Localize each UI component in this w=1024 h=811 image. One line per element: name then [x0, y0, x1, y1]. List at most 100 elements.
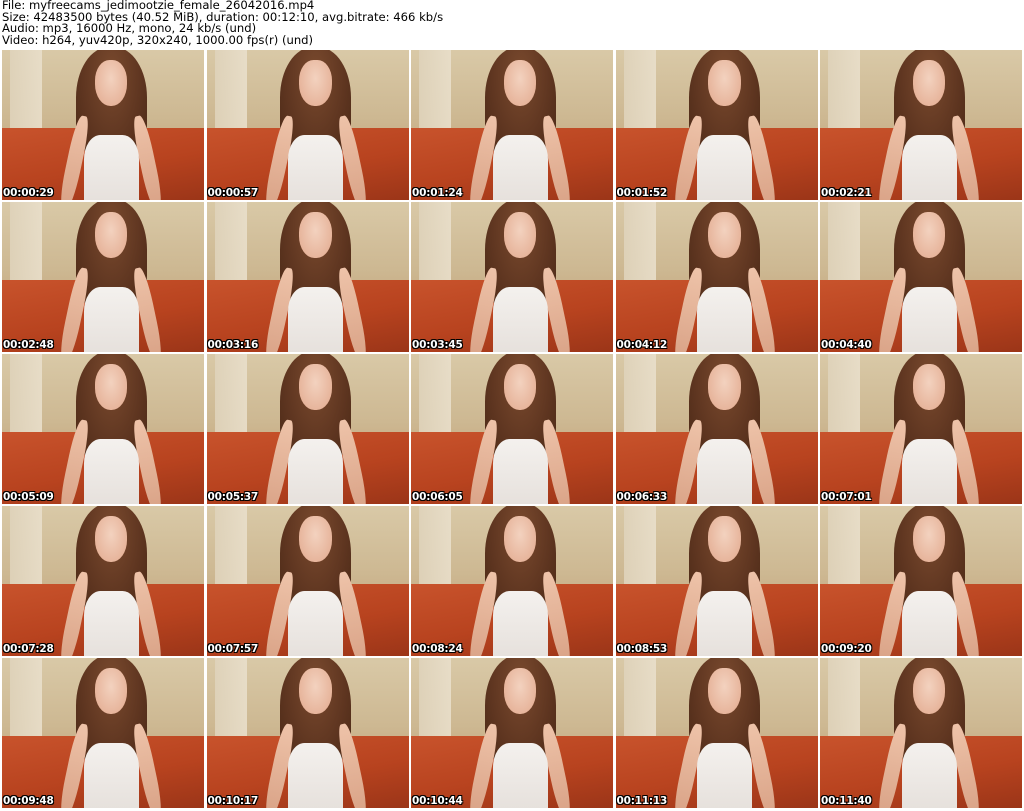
dress-shape: [83, 286, 139, 352]
person-figure: [466, 50, 574, 200]
frame-timestamp: 00:02:48: [3, 339, 54, 351]
person-figure: [57, 202, 165, 352]
video-frame-thumbnail: 00:09:48: [2, 658, 204, 808]
video-frame-thumbnail: 00:06:05: [411, 354, 613, 504]
person-figure: [875, 50, 983, 200]
video-frame-thumbnail: 00:10:17: [206, 658, 409, 808]
dress-shape: [288, 134, 344, 200]
video-frame-thumbnail: 00:00:57: [206, 50, 409, 200]
person-figure: [262, 506, 369, 656]
person-figure: [671, 354, 778, 504]
person-figure: [671, 50, 778, 200]
dress-shape: [288, 742, 344, 808]
person-figure: [262, 202, 369, 352]
video-frame-thumbnail: 00:06:33: [615, 354, 818, 504]
person-figure: [466, 658, 574, 808]
frame-timestamp: 00:10:44: [412, 795, 463, 807]
frame-timestamp: 00:03:16: [207, 339, 259, 351]
frame-timestamp: 00:03:45: [412, 339, 463, 351]
frame-timestamp: 00:05:37: [207, 491, 259, 503]
face-shape: [299, 60, 332, 106]
video-frame-thumbnail: 00:02:48: [2, 202, 204, 352]
dress-shape: [697, 742, 753, 808]
face-shape: [299, 516, 332, 562]
frame-timestamp: 00:09:20: [821, 643, 872, 655]
frame-timestamp: 00:05:09: [3, 491, 54, 503]
frame-timestamp: 00:07:57: [207, 643, 259, 655]
person-figure: [671, 658, 778, 808]
dress-shape: [901, 286, 957, 352]
face-shape: [708, 60, 741, 106]
face-shape: [94, 516, 128, 562]
face-shape: [708, 364, 741, 410]
dress-shape: [492, 134, 548, 200]
video-frame-thumbnail: 00:11:40: [820, 658, 1022, 808]
dress-shape: [697, 286, 753, 352]
frame-timestamp: 00:07:28: [3, 643, 54, 655]
video-frame-thumbnail: 00:09:20: [820, 506, 1022, 656]
frame-timestamp: 00:02:21: [821, 187, 872, 199]
face-shape: [708, 212, 741, 258]
face-shape: [299, 212, 332, 258]
frame-timestamp: 00:08:53: [616, 643, 668, 655]
video-frame-thumbnail: 00:03:16: [206, 202, 409, 352]
frame-timestamp: 00:01:52: [616, 187, 668, 199]
video-frame-thumbnail: 00:05:37: [206, 354, 409, 504]
face-shape: [708, 516, 741, 562]
video-frame-thumbnail: 00:07:57: [206, 506, 409, 656]
person-figure: [875, 354, 983, 504]
video-frame-thumbnail: 00:04:12: [615, 202, 818, 352]
face-shape: [94, 364, 128, 410]
video-frame-thumbnail: 00:07:28: [2, 506, 204, 656]
face-shape: [912, 364, 946, 410]
frame-timestamp: 00:11:13: [616, 795, 668, 807]
face-shape: [503, 516, 537, 562]
face-shape: [94, 668, 128, 714]
person-figure: [671, 506, 778, 656]
frame-timestamp: 00:07:01: [821, 491, 872, 503]
frame-timestamp: 00:01:24: [412, 187, 463, 199]
frame-timestamp: 00:00:57: [207, 187, 259, 199]
dress-shape: [901, 742, 957, 808]
person-figure: [671, 202, 778, 352]
dress-shape: [901, 438, 957, 504]
dress-shape: [288, 590, 344, 656]
dress-shape: [288, 286, 344, 352]
file-info-header: File: myfreecams_jedimootzie_female_2604…: [2, 0, 1022, 46]
face-shape: [94, 212, 128, 258]
video-frame-thumbnail: 00:07:01: [820, 354, 1022, 504]
dress-shape: [83, 590, 139, 656]
thumbnail-grid: 00:00:29 00:00:57 00:01:24 00:01:52 00:02:21…: [2, 50, 1022, 808]
video-frame-thumbnail: 00:01:24: [411, 50, 613, 200]
face-shape: [912, 668, 946, 714]
video-frame-thumbnail: 00:00:29: [2, 50, 204, 200]
person-figure: [875, 506, 983, 656]
person-figure: [57, 506, 165, 656]
dress-shape: [492, 590, 548, 656]
video-info-line: Video: h264, yuv420p, 320x240, 1000.00 f…: [2, 32, 314, 47]
face-shape: [299, 364, 332, 410]
dress-shape: [697, 438, 753, 504]
frame-timestamp: 00:08:24: [412, 643, 463, 655]
video-frame-thumbnail: 00:02:21: [820, 50, 1022, 200]
person-figure: [875, 202, 983, 352]
face-shape: [912, 60, 946, 106]
face-shape: [912, 516, 946, 562]
dress-shape: [288, 438, 344, 504]
dress-shape: [492, 742, 548, 808]
dress-shape: [83, 742, 139, 808]
face-shape: [503, 60, 537, 106]
face-shape: [299, 668, 332, 714]
face-shape: [708, 668, 741, 714]
frame-timestamp: 00:04:40: [821, 339, 872, 351]
dress-shape: [901, 590, 957, 656]
person-figure: [57, 50, 165, 200]
video-frame-thumbnail: 00:08:24: [411, 506, 613, 656]
person-figure: [466, 202, 574, 352]
frame-timestamp: 00:06:05: [412, 491, 463, 503]
face-shape: [912, 212, 946, 258]
face-shape: [503, 212, 537, 258]
dress-shape: [83, 134, 139, 200]
dress-shape: [697, 590, 753, 656]
video-frame-thumbnail: 00:11:13: [615, 658, 818, 808]
